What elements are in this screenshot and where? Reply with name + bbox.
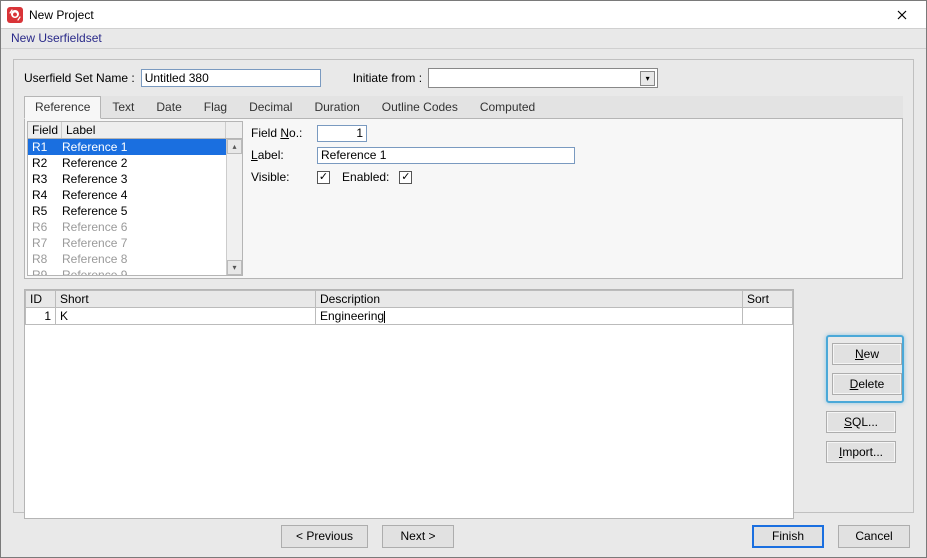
footer: < Previous Next > Finish Cancel bbox=[1, 515, 926, 557]
field-list-cell-field: R3 bbox=[32, 171, 62, 187]
tab-outline-codes[interactable]: Outline Codes bbox=[371, 96, 469, 118]
initiate-from-label: Initiate from : bbox=[353, 71, 422, 85]
visible-label: Visible: bbox=[251, 170, 317, 184]
field-list-row[interactable]: R6Reference 6 bbox=[28, 219, 242, 235]
cell-description[interactable]: Engineering bbox=[316, 308, 743, 325]
tab-computed[interactable]: Computed bbox=[469, 96, 546, 118]
enabled-checkbox[interactable] bbox=[399, 171, 412, 184]
side-buttons: New Delete SQL... Import... bbox=[826, 335, 904, 463]
field-list-cell-label: Reference 8 bbox=[62, 251, 238, 267]
field-list-cell-field: R2 bbox=[32, 155, 62, 171]
visible-checkbox[interactable] bbox=[317, 171, 330, 184]
field-list-row[interactable]: R2Reference 2 bbox=[28, 155, 242, 171]
import-button[interactable]: Import... bbox=[826, 441, 896, 463]
tab-text[interactable]: Text bbox=[101, 96, 145, 118]
field-list: Field Label R1Reference 1R2Reference 2R3… bbox=[27, 121, 243, 276]
enabled-label: Enabled: bbox=[342, 170, 389, 184]
group: Userfield Set Name : Initiate from : ▾ R… bbox=[13, 59, 914, 513]
field-list-body: R1Reference 1R2Reference 2R3Reference 3R… bbox=[28, 139, 242, 275]
cancel-button[interactable]: Cancel bbox=[838, 525, 910, 548]
field-list-row[interactable]: R9Reference 9 bbox=[28, 267, 242, 275]
field-list-row[interactable]: R7Reference 7 bbox=[28, 235, 242, 251]
name-label: Userfield Set Name : bbox=[24, 71, 135, 85]
values-table: ID Short Description Sort 1KEngineering bbox=[25, 290, 793, 325]
field-list-header-scroll bbox=[226, 122, 242, 138]
field-list-row[interactable]: R5Reference 5 bbox=[28, 203, 242, 219]
tab-date[interactable]: Date bbox=[145, 96, 192, 118]
field-list-scrollbar[interactable]: ▴ ▾ bbox=[226, 139, 242, 275]
field-list-cell-field: R6 bbox=[32, 219, 62, 235]
close-icon bbox=[897, 10, 907, 20]
window-title: New Project bbox=[29, 8, 882, 22]
field-list-header-label: Label bbox=[62, 122, 226, 138]
field-list-cell-label: Reference 9 bbox=[62, 267, 238, 275]
field-list-cell-label: Reference 5 bbox=[62, 203, 238, 219]
scroll-down-icon[interactable]: ▾ bbox=[227, 260, 242, 275]
tab-decimal[interactable]: Decimal bbox=[238, 96, 303, 118]
cell-id: 1 bbox=[26, 308, 56, 325]
field-list-cell-field: R4 bbox=[32, 187, 62, 203]
field-list-header: Field Label bbox=[28, 122, 242, 139]
col-sort: Sort bbox=[743, 291, 793, 308]
field-no-row: Field No.: bbox=[251, 123, 896, 143]
new-button[interactable]: New bbox=[832, 343, 902, 365]
app-icon bbox=[7, 7, 23, 23]
col-id: ID bbox=[26, 291, 56, 308]
userfieldset-name-input[interactable] bbox=[141, 69, 321, 87]
field-list-row[interactable]: R3Reference 3 bbox=[28, 171, 242, 187]
field-no-label: Field No.: bbox=[251, 126, 317, 140]
titlebar: New Project bbox=[1, 1, 926, 29]
tab-flag[interactable]: Flag bbox=[193, 96, 238, 118]
field-list-cell-field: R8 bbox=[32, 251, 62, 267]
field-label-input[interactable] bbox=[317, 147, 575, 164]
field-list-cell-label: Reference 2 bbox=[62, 155, 238, 171]
field-list-row[interactable]: R8Reference 8 bbox=[28, 251, 242, 267]
sql-button[interactable]: SQL... bbox=[826, 411, 896, 433]
dialog-window: New Project New Userfieldset Userfield S… bbox=[0, 0, 927, 558]
table-row[interactable]: 1KEngineering bbox=[26, 308, 793, 325]
chevron-down-icon: ▾ bbox=[640, 71, 655, 86]
previous-button[interactable]: < Previous bbox=[281, 525, 368, 548]
tab-duration[interactable]: Duration bbox=[303, 96, 370, 118]
field-properties: Field No.: Label: Visible: bbox=[249, 119, 902, 278]
scroll-up-icon[interactable]: ▴ bbox=[227, 139, 242, 154]
name-row: Userfield Set Name : Initiate from : ▾ bbox=[24, 68, 903, 88]
initiate-from-combo[interactable]: ▾ bbox=[428, 68, 658, 88]
cell-short[interactable]: K bbox=[56, 308, 316, 325]
tabstrip: ReferenceTextDateFlagDecimalDurationOutl… bbox=[24, 96, 903, 119]
tab-page-reference: Field Label R1Reference 1R2Reference 2R3… bbox=[24, 119, 903, 279]
field-list-cell-field: R7 bbox=[32, 235, 62, 251]
cell-sort[interactable] bbox=[743, 308, 793, 325]
field-list-cell-label: Reference 4 bbox=[62, 187, 238, 203]
field-list-cell-field: R9 bbox=[32, 267, 62, 275]
next-button[interactable]: Next > bbox=[382, 525, 454, 548]
dialog-body: Userfield Set Name : Initiate from : ▾ R… bbox=[1, 49, 926, 515]
wizard-step-title: New Userfieldset bbox=[1, 29, 926, 49]
field-flags-row: Visible: Enabled: bbox=[251, 167, 896, 187]
field-list-cell-field: R5 bbox=[32, 203, 62, 219]
field-list-row[interactable]: R1Reference 1 bbox=[28, 139, 242, 155]
tab-reference[interactable]: Reference bbox=[24, 96, 101, 119]
field-label-label: Label: bbox=[251, 148, 317, 162]
field-list-cell-field: R1 bbox=[32, 139, 62, 155]
field-label-row: Label: bbox=[251, 145, 896, 165]
col-description: Description bbox=[316, 291, 743, 308]
field-list-cell-label: Reference 6 bbox=[62, 219, 238, 235]
values-table-wrap: ID Short Description Sort 1KEngineering bbox=[24, 289, 794, 519]
field-list-cell-label: Reference 3 bbox=[62, 171, 238, 187]
field-list-header-field: Field bbox=[28, 122, 62, 138]
field-no-input[interactable] bbox=[317, 125, 367, 142]
finish-button[interactable]: Finish bbox=[752, 525, 824, 548]
close-button[interactable] bbox=[882, 1, 922, 29]
highlight-box: New Delete bbox=[826, 335, 904, 403]
field-list-cell-label: Reference 1 bbox=[62, 139, 238, 155]
col-short: Short bbox=[56, 291, 316, 308]
field-list-row[interactable]: R4Reference 4 bbox=[28, 187, 242, 203]
field-list-cell-label: Reference 7 bbox=[62, 235, 238, 251]
delete-button[interactable]: Delete bbox=[832, 373, 902, 395]
